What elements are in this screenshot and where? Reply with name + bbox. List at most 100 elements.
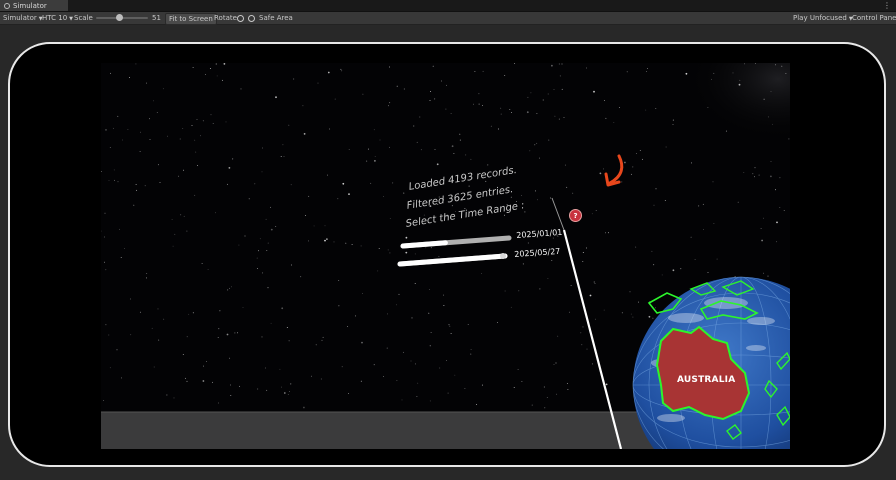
star (348, 392, 350, 394)
star (266, 250, 268, 251)
star (201, 263, 203, 264)
star (226, 333, 229, 336)
safe-area-toggle[interactable]: Safe Area (259, 12, 293, 24)
star (303, 133, 306, 135)
star (586, 348, 588, 350)
star (360, 380, 362, 382)
rotate-right-button[interactable] (246, 12, 255, 24)
star (414, 253, 416, 255)
star (342, 182, 345, 185)
star (159, 182, 161, 183)
star (411, 317, 413, 319)
star (420, 149, 422, 151)
star (419, 116, 421, 118)
start-slider-fill (400, 240, 448, 249)
star (752, 173, 754, 175)
star (184, 377, 186, 379)
more-options-icon[interactable]: ⋮ (883, 0, 891, 11)
star (275, 226, 277, 228)
help-button[interactable]: ? (569, 209, 582, 222)
star (487, 164, 489, 166)
star (373, 129, 375, 131)
star (146, 82, 147, 84)
star (500, 113, 502, 115)
simulated-screen[interactable]: Loaded 4193 records. Filtered 3625 entri… (101, 63, 790, 449)
star (209, 68, 211, 70)
device-dropdown[interactable]: HTC 10 ▼ (42, 12, 73, 24)
star (767, 275, 769, 277)
star (282, 144, 284, 146)
star (594, 318, 596, 320)
star (188, 313, 190, 315)
fit-to-screen-button[interactable]: Fit to Screen (165, 13, 217, 25)
star (534, 190, 536, 192)
star (470, 349, 472, 351)
star (345, 242, 347, 244)
star (763, 217, 765, 219)
star (119, 228, 120, 230)
mode-dropdown[interactable]: Simulator ▼ (3, 12, 43, 24)
star (605, 232, 607, 234)
star (655, 108, 657, 109)
star (203, 365, 204, 367)
nebula-haze (551, 63, 790, 223)
control-panel-button[interactable]: Control Panel (852, 12, 896, 24)
star (290, 383, 292, 385)
star (302, 105, 304, 107)
star (595, 210, 597, 212)
star (228, 167, 231, 169)
star (186, 336, 188, 338)
star (770, 91, 772, 93)
star (403, 192, 405, 194)
star (712, 181, 714, 183)
star (551, 260, 553, 261)
star (223, 63, 226, 65)
star (530, 92, 532, 94)
star (244, 235, 246, 237)
star (279, 368, 281, 370)
star (351, 244, 353, 246)
star (482, 70, 484, 72)
star (182, 128, 184, 129)
star (340, 68, 342, 70)
star (288, 390, 290, 392)
scale-slider-handle[interactable] (116, 14, 123, 21)
star (703, 229, 704, 231)
star (129, 76, 130, 78)
star (690, 236, 692, 238)
star (366, 160, 368, 162)
star (398, 293, 400, 295)
star (716, 258, 718, 260)
star (767, 116, 769, 118)
star (162, 88, 164, 90)
star (377, 270, 379, 272)
star (739, 79, 741, 81)
star (648, 315, 651, 318)
star (781, 65, 783, 67)
star (497, 321, 498, 323)
star (108, 334, 110, 336)
star (227, 289, 229, 291)
star (248, 198, 250, 200)
star (338, 280, 340, 281)
star (388, 66, 390, 68)
star (308, 240, 309, 242)
star (711, 78, 713, 80)
star (362, 293, 363, 294)
star (653, 264, 655, 266)
star (534, 144, 536, 146)
star (536, 142, 538, 144)
star (776, 221, 778, 224)
star (624, 161, 626, 164)
star (338, 305, 340, 307)
star (172, 245, 174, 247)
star (520, 195, 522, 197)
rotate-left-button[interactable] (235, 12, 244, 24)
simulator-tab[interactable]: Simulator (0, 0, 68, 11)
star (680, 268, 682, 270)
play-mode-dropdown[interactable]: Play Unfocused ▼ (793, 12, 853, 24)
star (538, 157, 540, 159)
star (549, 197, 551, 199)
star (333, 241, 335, 243)
star (470, 353, 472, 355)
